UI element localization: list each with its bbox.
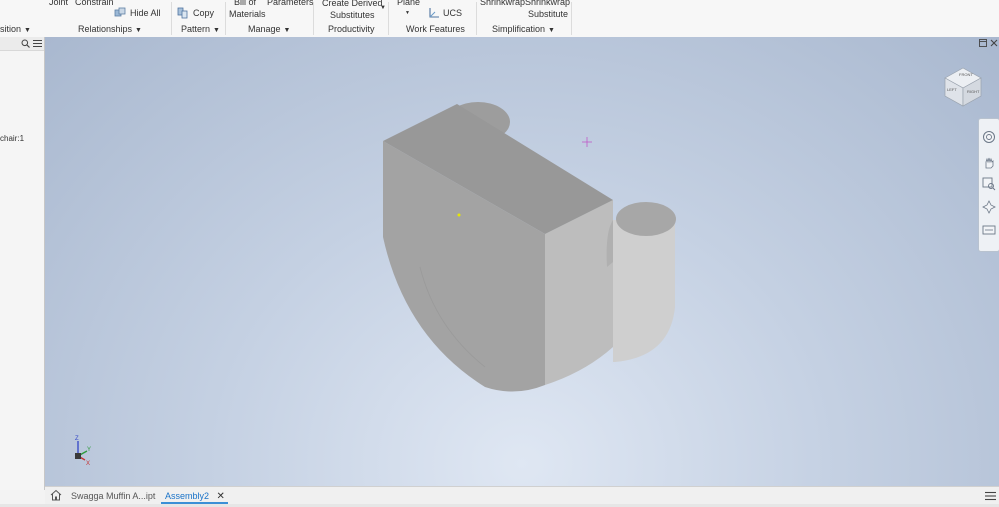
chevron-down-icon: ▼ [213, 27, 220, 34]
navigation-bar [978, 118, 999, 252]
group-manage[interactable]: Manage ▼ [248, 24, 290, 34]
group-label: Work Features [406, 24, 465, 34]
triad-x-label: X [86, 461, 90, 467]
shrinkwrap-sub-line2: Substitute [528, 9, 569, 19]
model-cylinder-top [616, 202, 676, 236]
chevron-down-icon: ▼ [24, 27, 31, 34]
group-simplification[interactable]: Simplification ▼ [492, 24, 555, 34]
chevron-down-icon: ▼ [283, 27, 291, 34]
ucs-icon [429, 8, 439, 18]
triad-y-label: Y [87, 447, 91, 453]
close-icon[interactable]: ✕ [217, 491, 225, 502]
parameters-button[interactable]: Parameters [267, 0, 314, 8]
chevron-down-icon: ▼ [135, 27, 142, 34]
plane-label: Plane [397, 0, 421, 7]
group-label: Relationships [78, 24, 133, 34]
model-geometry[interactable] [45, 37, 999, 486]
orbit-icon[interactable] [982, 200, 996, 214]
joint-button[interactable]: Joint [49, 0, 68, 8]
hide-all-icon [114, 7, 126, 17]
copy-label: Copy [193, 8, 215, 18]
bom-label-line2: Materials [229, 9, 266, 19]
model-browser: chair:1 [0, 37, 45, 490]
tab-part-file[interactable]: Swagga Muffin A...ipt [71, 488, 155, 504]
hide-all-label: Hide All [130, 8, 161, 18]
origin-marker [457, 213, 461, 217]
ucs-button[interactable]: UCS [428, 7, 462, 21]
bom-label-line1: Bill of [234, 0, 257, 7]
model-cylinder-side [613, 220, 675, 362]
group-separator [171, 2, 172, 35]
group-label: Manage [248, 24, 281, 34]
browser-toolbar [0, 37, 44, 51]
group-label: Pattern [181, 24, 211, 34]
home-icon[interactable] [50, 489, 62, 501]
tab-label: Assembly2 [165, 491, 210, 501]
chevron-down-icon: ▼ [380, 5, 386, 11]
group-position[interactable]: sition ▼ [0, 24, 31, 34]
ucs-label: UCS [443, 8, 463, 18]
create-derived-line2: Substitutes [330, 10, 375, 20]
tab-label: Swagga Muffin A...ipt [71, 491, 156, 501]
group-work-features: Work Features [406, 24, 465, 34]
zoom-icon[interactable] [982, 177, 996, 191]
group-separator [476, 2, 477, 35]
graphics-viewport[interactable]: FRONT LEFT RIGHT Z Y X [45, 37, 999, 486]
viewcube-side-label: RIGHT [967, 89, 980, 94]
document-tab-bar: Swagga Muffin A...ipt Assembly2 ✕ [45, 486, 999, 505]
group-label: Productivity [328, 24, 375, 34]
group-separator [225, 2, 226, 35]
viewcube-icon[interactable]: FRONT LEFT RIGHT [941, 64, 985, 110]
viewcube-front-label: FRONT [959, 72, 973, 77]
copy-icon [177, 7, 188, 19]
group-label: sition [0, 24, 22, 34]
group-productivity: Productivity [328, 24, 375, 34]
hide-all-button[interactable]: Hide All [114, 7, 161, 21]
close-icon[interactable] [990, 39, 998, 47]
ribbon: Joint Constrain Hide All Copy Bill of Ma… [0, 0, 999, 38]
copy-button[interactable]: Copy [177, 7, 214, 21]
look-at-icon[interactable] [982, 223, 996, 237]
steering-wheel-icon[interactable] [982, 130, 996, 144]
group-relationships[interactable]: Relationships ▼ [78, 24, 142, 34]
group-separator [388, 2, 389, 35]
shrinkwrap-sub-line1: Shrinkwrap [525, 0, 571, 7]
browser-item[interactable]: chair:1 [0, 133, 24, 144]
group-pattern[interactable]: Pattern ▼ [181, 24, 220, 34]
search-icon[interactable] [21, 39, 30, 48]
create-derived-line1: Create Derived [322, 0, 383, 8]
pivot-crosshair [582, 137, 592, 147]
viewcube-left-label: LEFT [947, 87, 957, 92]
group-separator [571, 2, 572, 35]
axis-triad-icon: Z Y X [75, 436, 91, 467]
constrain-button[interactable]: Constrain [75, 0, 114, 8]
group-separator [313, 2, 314, 35]
shrinkwrap-button[interactable]: Shrinkwrap [480, 0, 525, 8]
pan-icon[interactable] [982, 156, 996, 170]
restore-view-icon[interactable] [979, 39, 987, 47]
group-label: Simplification [492, 24, 546, 34]
menu-icon[interactable] [985, 491, 996, 501]
chevron-down-icon: ▼ [548, 27, 555, 34]
chevron-down-icon: ▼ [405, 10, 410, 16]
menu-icon[interactable] [33, 39, 42, 48]
triad-z-label: Z [75, 436, 79, 442]
tab-assembly[interactable]: Assembly2 ✕ [161, 488, 228, 504]
